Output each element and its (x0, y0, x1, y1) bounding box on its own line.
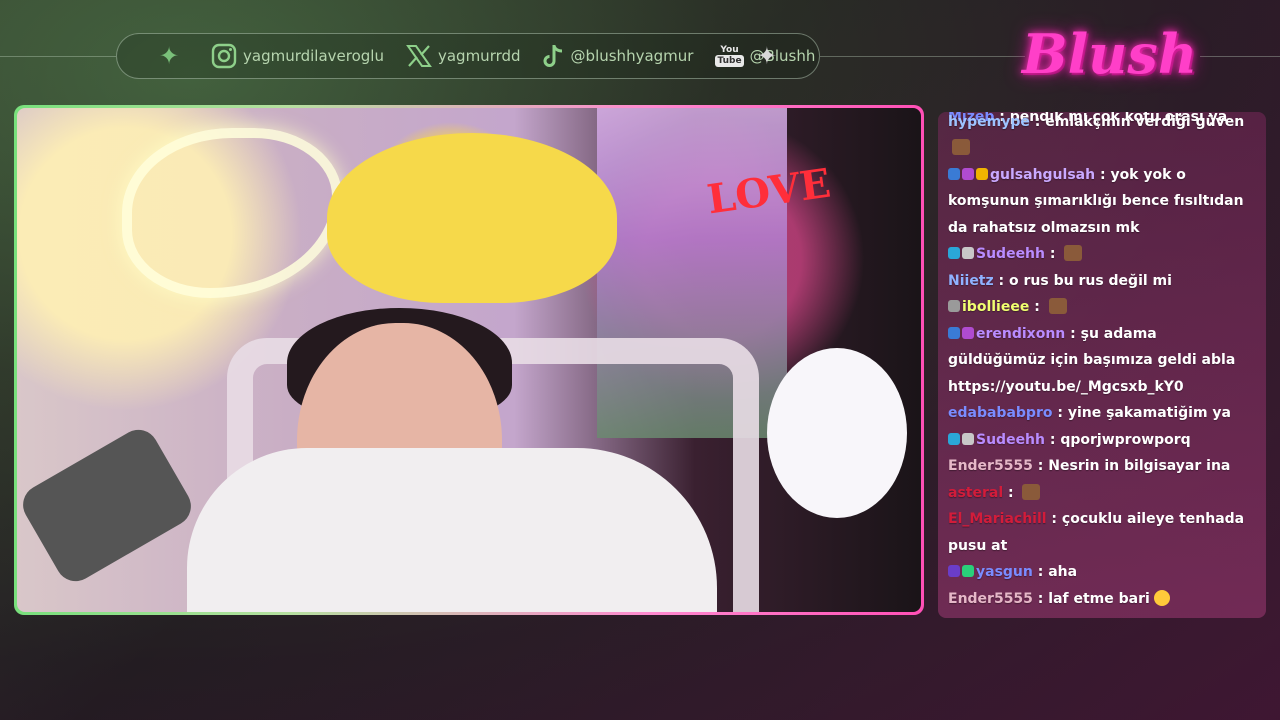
chat-text: o rus bu rus değil mi (1009, 272, 1172, 289)
streamer-shirt (187, 448, 717, 612)
chat-message: asteral : (948, 480, 1258, 507)
chat-username[interactable]: Niietz (948, 273, 994, 289)
chat-message: Ender5555 : laf etme bari (948, 586, 1258, 613)
chat-username[interactable]: El_Mariachill (948, 511, 1047, 527)
chat-username[interactable]: edabababpro (948, 405, 1052, 421)
chat-message: ibollieee : (948, 294, 1258, 321)
tiktok-icon (543, 45, 562, 67)
x-icon (406, 45, 432, 67)
chat-message: edabababpro : yine şakamatiğim ya (948, 405, 1232, 421)
chat-text: Nesrin in bilgisayar ina (1048, 458, 1231, 474)
chat-message: Sudeehh : (948, 241, 1258, 268)
chat-message: El_Mariachill : çocuklu aileye tenhada p… (948, 511, 1245, 554)
chat-badge-icon (948, 300, 960, 312)
social-label: @blushhyagmur (570, 47, 694, 65)
chat-username[interactable]: hypemype (948, 114, 1030, 130)
chat-username[interactable]: Sudeehh (976, 246, 1045, 262)
chat-username[interactable]: gulsahgulsah (990, 167, 1095, 183)
social-label: yagmurdilaveroglu (243, 47, 384, 65)
chat-badge-icon (962, 565, 974, 577)
divider-line-right (1200, 56, 1280, 57)
chat-username[interactable]: Sudeehh (976, 432, 1045, 448)
social-bar: ✦ yagmurdilaveroglu yagmurrdd @blushhyag… (116, 33, 820, 79)
chat-badge-icon (962, 326, 974, 339)
chat-badge-icon (948, 326, 960, 339)
chat-username[interactable]: ibollieee (962, 299, 1029, 315)
chat-text: emlakçının verdiği güven (1045, 113, 1245, 130)
chat-message: hypemype : emlakçının verdiği güven (948, 112, 1258, 162)
chat-username[interactable]: asteral (948, 485, 1003, 501)
brand-logo: Blush (1022, 22, 1198, 86)
chat-emote-icon (952, 139, 970, 155)
chat-emote-icon (1048, 298, 1067, 314)
chat-emote-icon (1064, 245, 1083, 261)
social-tiktok[interactable]: @blushhyagmur (543, 43, 694, 69)
chat-badge-icon (948, 565, 960, 577)
chat-emote-icon (1022, 483, 1041, 500)
chat-username[interactable]: erendixonn (976, 326, 1065, 342)
divider-line-left (0, 56, 116, 57)
chat-badge-icon (962, 432, 974, 445)
microphone (17, 422, 199, 589)
chat-panel: Mizeb : pendik mi çok kötü orası ya hype… (938, 112, 1266, 618)
chat-username[interactable]: Ender5555 (948, 591, 1033, 607)
chat-badge-icon (948, 432, 960, 445)
sparkle-icon: ✦ (756, 42, 777, 70)
social-label: yagmurrdd (437, 47, 521, 65)
chat-message: Niietz : o rus bu rus değil mi (948, 272, 1172, 289)
instagram-icon (211, 43, 237, 69)
chat-username[interactable]: Ender5555 (948, 458, 1033, 474)
chat-badge-icon (948, 167, 960, 180)
laughing-emoji-icon (1153, 589, 1170, 606)
unicorn-plush (767, 348, 907, 518)
chat-badge-icon (962, 167, 974, 180)
chat-username[interactable]: yasgun (976, 564, 1033, 580)
chat-message: Ender5555 : Nesrin in bilgisayar ina (948, 458, 1231, 474)
chat-badge-icon (976, 167, 988, 180)
chat-message: Sudeehh : qporjwprowporq (948, 427, 1258, 454)
chat-badge-icon (962, 247, 974, 259)
neon-sign (122, 128, 342, 298)
webcam-frame: LOVE (14, 105, 924, 615)
chat-message: erendixonn : şu adama güldüğümüz için ba… (948, 325, 1236, 395)
chat-text: aha (1048, 564, 1078, 580)
youtube-icon: You Tube (715, 45, 744, 67)
social-x[interactable]: yagmurrdd (406, 44, 521, 68)
chat-list: hypemype : emlakçının verdiği güven gulsa… (948, 112, 1258, 612)
chat-text: qporjwprowporq (1060, 431, 1191, 448)
social-list: yagmurdilaveroglu yagmurrdd @blushhyagmu… (211, 43, 837, 69)
sparkle-icon: ✦ (159, 42, 180, 70)
chat-badge-icon (948, 247, 960, 259)
chat-text: laf etme bari (1048, 590, 1150, 607)
webcam-video: LOVE (17, 108, 921, 612)
chat-message: yasgun : aha (948, 559, 1258, 586)
chat-text: yine şakamatiğim ya (1067, 405, 1232, 421)
divider-line-middle (820, 56, 1025, 57)
chat-message: gulsahgulsah : yok yok o komşunun şımarı… (948, 166, 1244, 236)
pikachu-plush (327, 133, 617, 303)
social-instagram[interactable]: yagmurdilaveroglu (211, 43, 384, 69)
